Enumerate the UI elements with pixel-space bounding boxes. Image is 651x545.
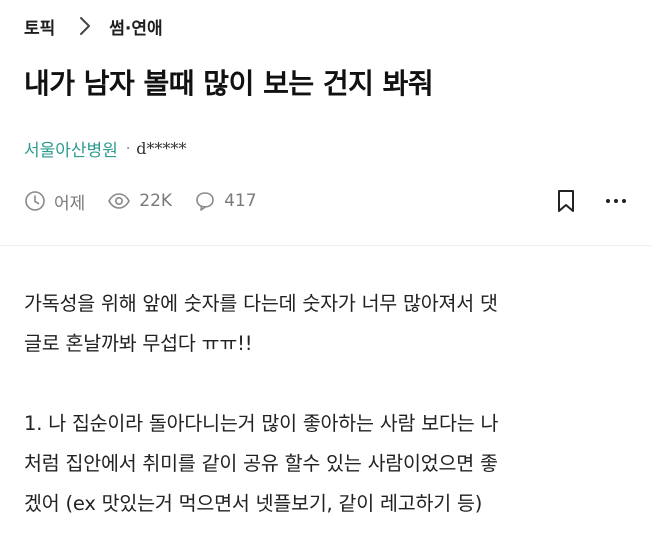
- body-line: 가독성을 위해 앞에 숫자를 다는데 숫자가 너무 많아져서 댓: [24, 292, 498, 315]
- post-comments-count: 417: [224, 191, 257, 211]
- comment-bubble-icon: [196, 192, 214, 211]
- bookmark-button[interactable]: [551, 186, 581, 216]
- post-title: 내가 남자 볼때 많이 보는 건지 봐줘: [24, 67, 434, 100]
- eye-icon: [108, 193, 131, 209]
- post-time-label: 어제: [54, 193, 86, 214]
- post-page: 토픽 썸·연애 내가 남자 볼때 많이 보는 건지 봐줘 서울아산병원 · d*…: [0, 0, 651, 545]
- author-company[interactable]: 서울아산병원: [24, 136, 118, 161]
- more-options-button[interactable]: [601, 186, 631, 216]
- post-actions: [551, 186, 631, 216]
- author-nickname: d*****: [136, 139, 187, 158]
- body-line: 1. 나 집순이라 돌아다니는거 많이 좋아하는 사람 보다는 나: [24, 412, 499, 435]
- bookmark-icon: [558, 190, 574, 212]
- more-horizontal-icon: [606, 199, 626, 203]
- author-separator: ·: [125, 140, 131, 157]
- author-line: 서울아산병원 · d*****: [24, 136, 187, 161]
- post-meta: 어제 22K 417: [24, 187, 279, 215]
- body-line: 겠어 (ex 맛있는거 먹으면서 넷플보기, 같이 레고하기 등): [24, 492, 483, 515]
- clock-icon: [25, 191, 45, 211]
- body-line: 처럼 집안에서 취미를 같이 공유 할수 있는 사람이었으면 좋: [24, 452, 498, 475]
- chevron-right-icon: [80, 17, 91, 35]
- post-time: 어제: [24, 189, 85, 214]
- body-line: 글로 혼날까봐 무섭다 ㅠㅠ!!: [24, 332, 253, 355]
- post-views-count: 22K: [139, 191, 173, 211]
- post-body: 가독성을 위해 앞에 숫자를 다는데 숫자가 너무 많아져서 댓 글로 혼날까봐…: [24, 284, 634, 524]
- breadcrumb-category-link[interactable]: 썸·연애: [109, 14, 162, 39]
- post-comments[interactable]: 417: [194, 190, 257, 212]
- breadcrumb-topic-link[interactable]: 토픽: [24, 14, 55, 39]
- content-divider: [0, 245, 651, 246]
- breadcrumb: 토픽 썸·연애: [24, 12, 163, 40]
- post-views: 22K: [107, 190, 172, 212]
